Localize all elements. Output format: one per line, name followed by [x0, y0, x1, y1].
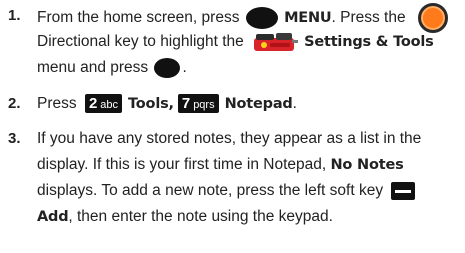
step-text-segment: . [292, 95, 297, 112]
step-text-segment: . [182, 59, 187, 76]
step-text-segment: display. If this is your first time in N… [37, 156, 331, 173]
step-line: Add, then enter the note using the keypa… [37, 204, 461, 230]
step-line: displays. To add a new note, press the l… [37, 178, 461, 204]
key-digit: 2 [88, 95, 98, 113]
step-line: From the home screen, press MENU. Press … [37, 3, 461, 33]
step-text-segment: displays. To add a new note, press the l… [37, 182, 388, 199]
no-notes-label: No Notes [330, 157, 404, 173]
step-line: Press 2 abc Tools, 7 pqrs Notepad. [37, 91, 461, 117]
step-text-segment: From the home screen, press [37, 9, 244, 27]
ok-key-icon [245, 7, 278, 29]
step-text-segment: menu and press [37, 59, 153, 76]
step-text-segment: , then enter the note using the keypad. [68, 208, 333, 225]
instruction-page: 1. From the home screen, press MENU. Pre… [0, 0, 465, 253]
step-text-segment: Directional key to highlight the [37, 33, 249, 50]
separator: , [168, 96, 175, 112]
step-line: If you have any stored notes, they appea… [37, 130, 422, 147]
step-line: Directional key to highlight the Setting… [37, 29, 461, 55]
key-letters: abc [100, 99, 119, 112]
step-text-segment: Press [37, 95, 81, 112]
ok-key-icon [154, 57, 181, 78]
step-text: If you have any stored notes, they appea… [37, 126, 461, 230]
add-label: Add [37, 209, 69, 225]
menu-label: MENU [284, 10, 332, 27]
step-text-segment: . Press the [331, 9, 410, 27]
key-7-pqrs-icon: 7 pqrs [177, 94, 219, 114]
step-number: 2. [8, 95, 21, 112]
key-letters: pqrs [193, 99, 215, 112]
step-text: Press 2 abc Tools, 7 pqrs Notepad. [37, 91, 461, 117]
left-soft-key-icon [391, 181, 416, 200]
step-number: 1. [8, 7, 21, 24]
step-line: menu and press . [37, 55, 461, 81]
directional-key-icon [417, 3, 448, 33]
key-digit: 7 [181, 95, 191, 113]
settings-tools-icon [254, 32, 299, 51]
key-2-abc-icon: 2 abc [84, 94, 123, 114]
step-text: From the home screen, press MENU. Press … [37, 3, 461, 81]
notepad-label: Notepad [224, 96, 293, 112]
step-line: display. If this is your first time in N… [37, 152, 461, 178]
settings-tools-label: Settings & Tools [304, 34, 434, 50]
tools-label: Tools [128, 96, 169, 112]
step-number: 3. [8, 130, 21, 147]
